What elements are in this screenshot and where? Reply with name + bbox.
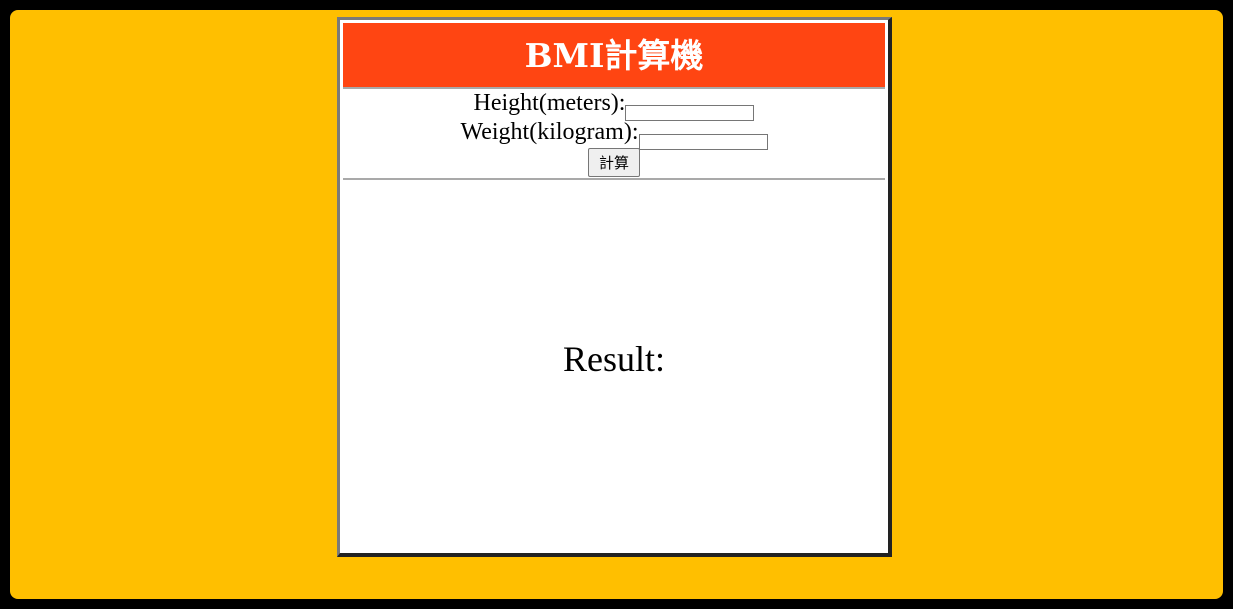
calculator-inner: BMI計算機 Height(meters): Weight(kilogram):…: [343, 23, 885, 550]
input-form: Height(meters): Weight(kilogram): 計算: [343, 87, 885, 180]
button-row: 計算: [343, 147, 885, 177]
weight-input[interactable]: [638, 134, 768, 150]
weight-label: Weight(kilogram):: [460, 119, 639, 145]
weight-row: Weight(kilogram):: [343, 118, 885, 150]
bmi-calculator-panel: BMI計算機 Height(meters): Weight(kilogram):…: [337, 17, 892, 557]
page-background: BMI計算機 Height(meters): Weight(kilogram):…: [10, 10, 1223, 599]
result-label: Result:: [562, 339, 665, 379]
height-label: Height(meters):: [473, 90, 626, 116]
result-area: Result:: [343, 180, 885, 550]
app-title: BMI計算機: [343, 23, 885, 87]
height-row: Height(meters):: [343, 89, 885, 121]
calculate-button[interactable]: 計算: [588, 148, 640, 177]
